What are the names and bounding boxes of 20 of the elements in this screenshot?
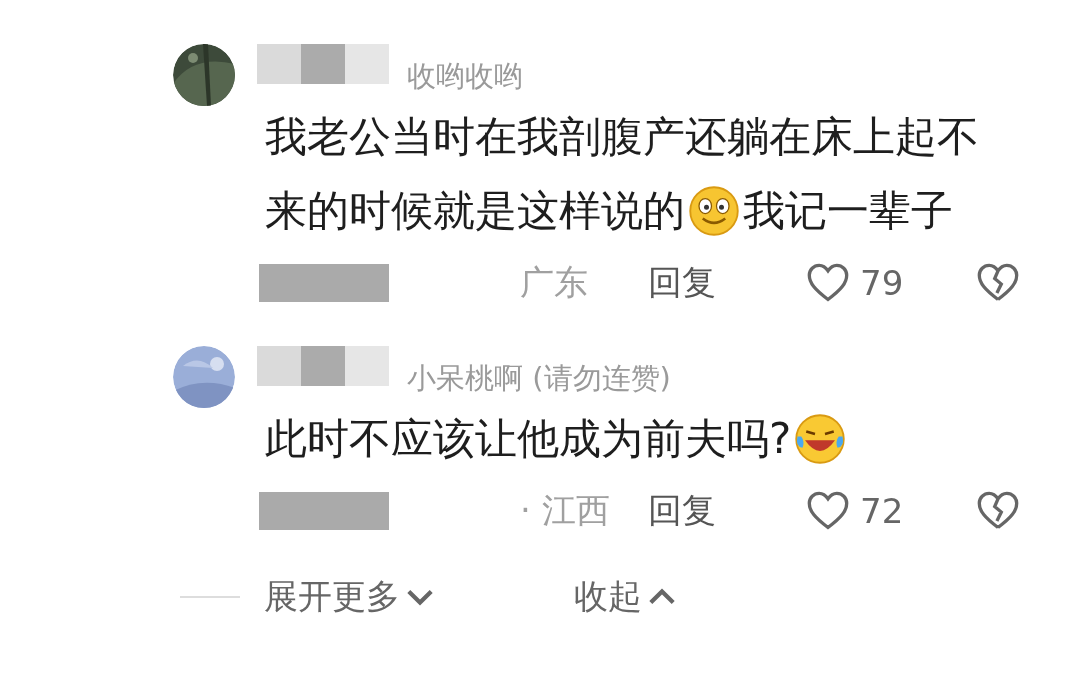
location-text: · 江西: [520, 489, 611, 532]
broken-heart-icon[interactable]: [976, 491, 1020, 531]
smiley-emoji-icon: [689, 186, 739, 236]
like-count: 79: [860, 263, 904, 303]
collapse-button[interactable]: 收起: [574, 574, 676, 620]
reply-button[interactable]: 回复: [648, 260, 806, 306]
comment-text: 我老公当时在我剖腹产还躺在床上起不: [265, 111, 979, 163]
comment-text: 来的时候就是这样说的: [265, 185, 685, 237]
heart-icon[interactable]: [806, 263, 850, 303]
expand-more-button[interactable]: 展开更多: [264, 574, 434, 620]
reply-button[interactable]: 回复: [648, 488, 806, 534]
chevron-down-icon: [406, 588, 434, 606]
location-text: 广东: [520, 261, 589, 304]
chevron-up-icon: [648, 588, 676, 606]
laughing-emoji-icon: [795, 414, 846, 464]
heart-icon[interactable]: [806, 491, 850, 531]
broken-heart-icon[interactable]: [976, 263, 1020, 303]
comment-text: 此时不应该让他成为前夫吗?: [265, 413, 792, 465]
like-count: 72: [860, 491, 904, 531]
comment-text: 我记一辈子: [743, 185, 953, 237]
